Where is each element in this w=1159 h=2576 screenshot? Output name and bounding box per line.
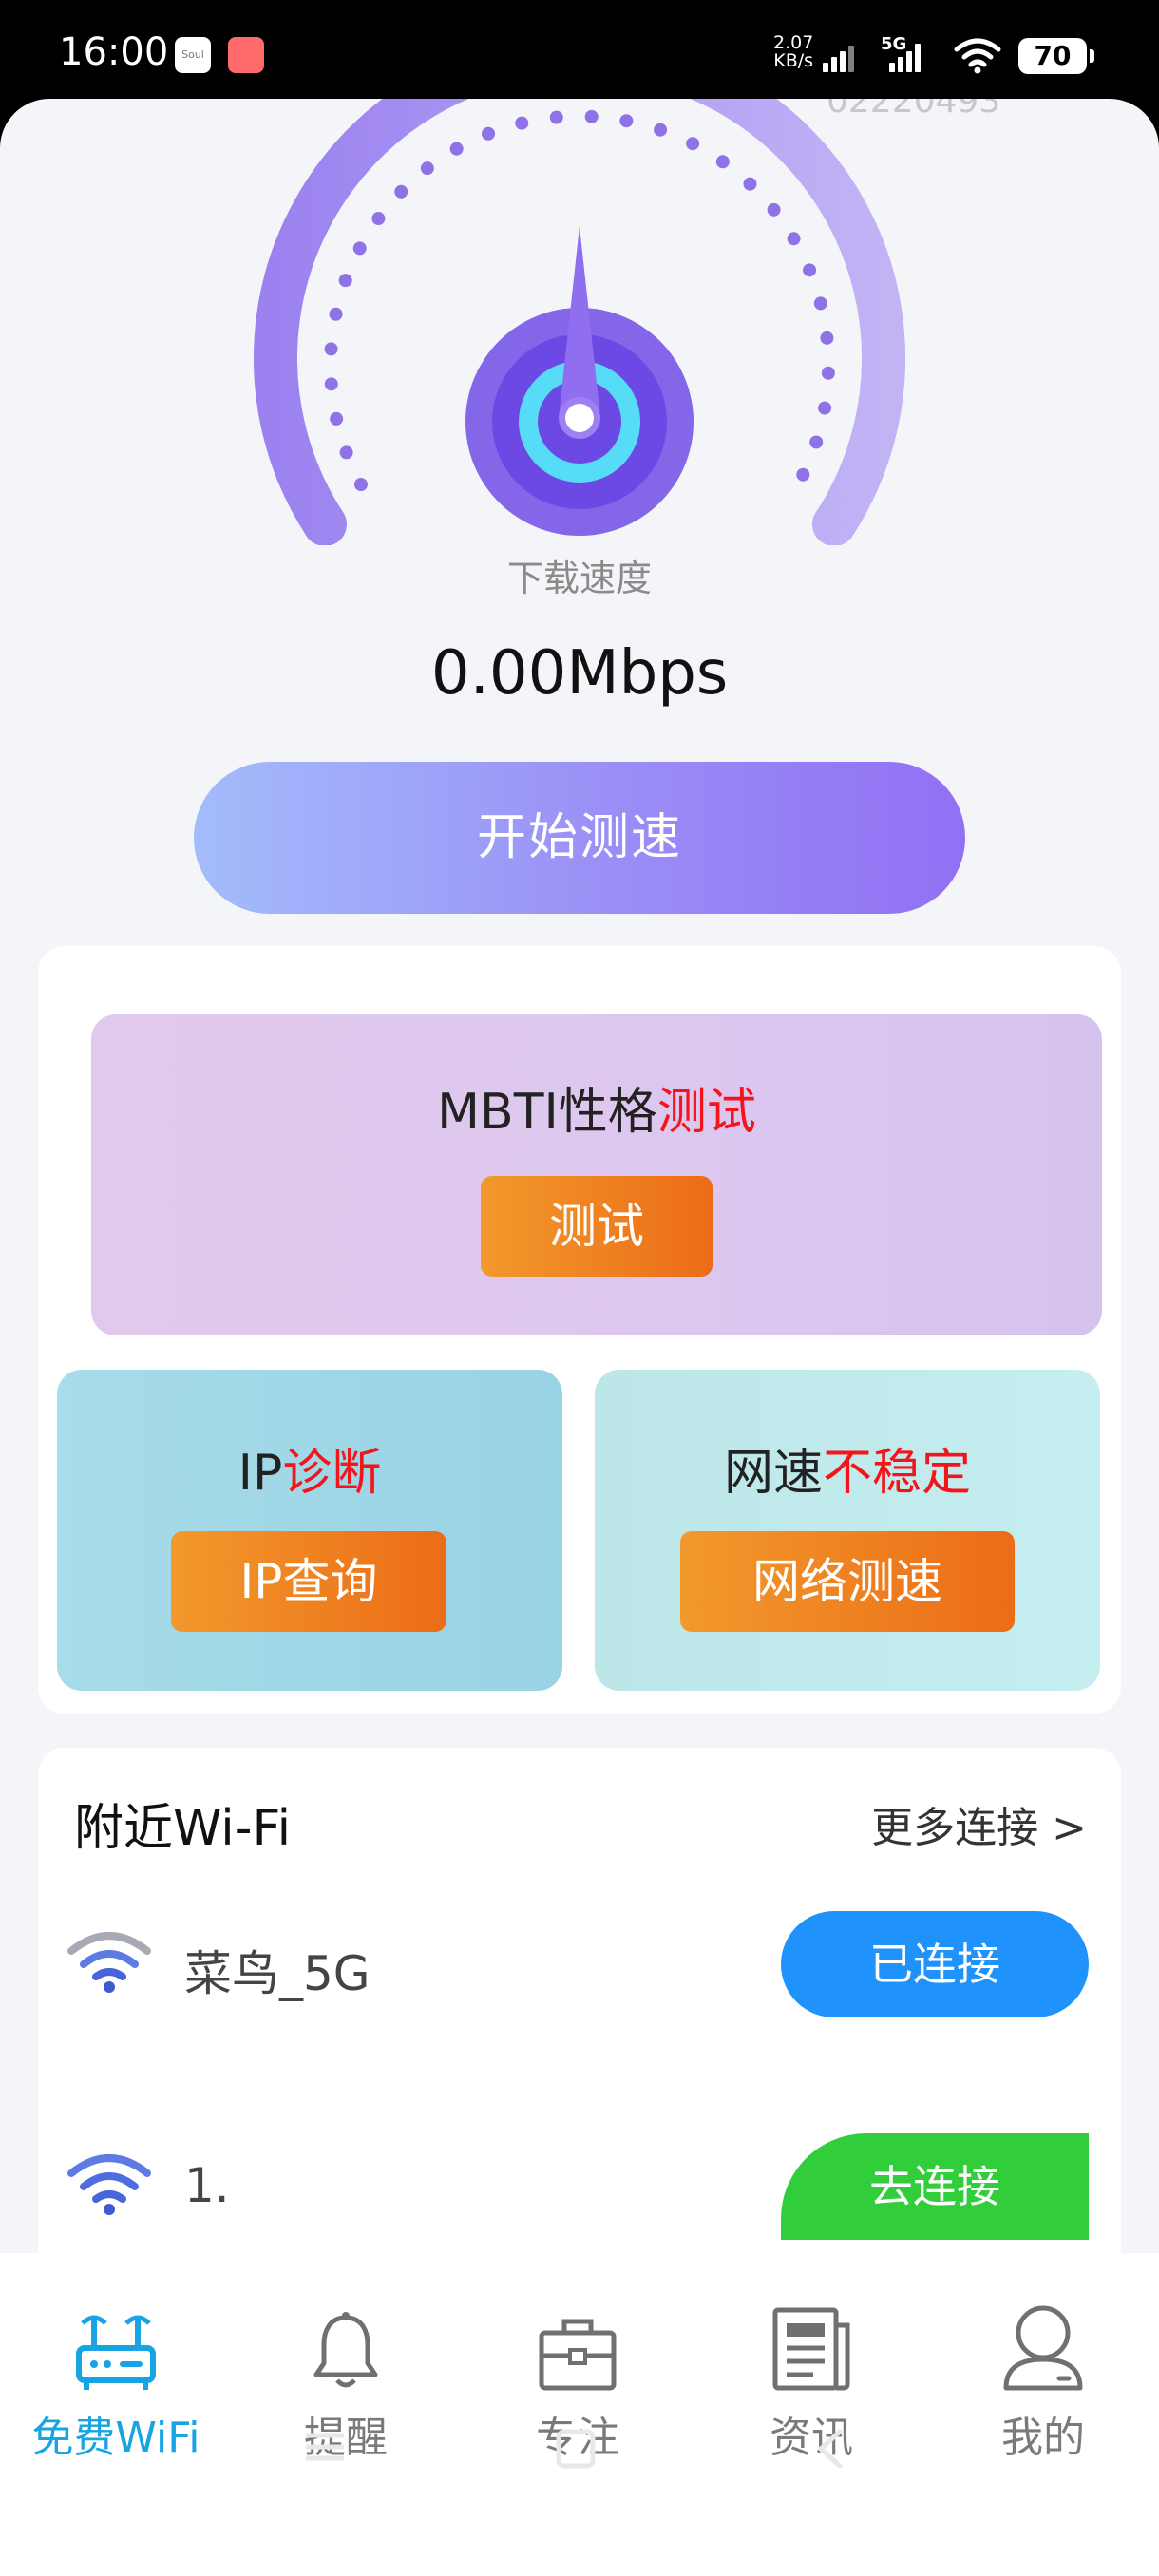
tab-label: 我的 bbox=[1001, 2414, 1085, 2462]
speed-card-title-highlight: 不稳定 bbox=[823, 1445, 972, 1502]
list-item: 1. 去连接 bbox=[38, 2130, 1121, 2244]
mbti-title-highlight: 测试 bbox=[656, 1084, 756, 1141]
more-connections-link[interactable]: 更多连接 > bbox=[871, 1793, 1087, 1854]
mbti-test-button[interactable]: 测试 bbox=[481, 1176, 712, 1277]
ip-card-title-prefix: IP bbox=[238, 1445, 283, 1502]
tab-label: 资讯 bbox=[770, 2414, 853, 2462]
wifi-name: 菜鸟_5G bbox=[184, 1946, 370, 2001]
router-icon bbox=[76, 2315, 156, 2390]
tools-card: MBTI性格测试 测试 IP诊断 IP查询 网速不稳定 网络测速 bbox=[38, 946, 1121, 1714]
wifi-status-icon bbox=[954, 38, 1001, 74]
bell-icon bbox=[314, 2312, 378, 2388]
network-unstable-card: 网速不稳定 网络测速 bbox=[595, 1370, 1100, 1691]
home-nav-icon[interactable] bbox=[555, 2428, 597, 2470]
notification-app-icon bbox=[228, 37, 264, 73]
signal-icon bbox=[823, 40, 854, 72]
user-icon bbox=[1003, 2305, 1083, 2391]
connected-button[interactable]: 已连接 bbox=[781, 1911, 1089, 2017]
back-nav-icon[interactable] bbox=[813, 2428, 847, 2470]
main-screen: 02220493 下载速度 0.00Mbps 开始测速 MBTI性格测试 测试 bbox=[0, 99, 1159, 2576]
wifi-name: 1. bbox=[184, 2158, 230, 2213]
list-item: 菜鸟_5G 已连接 bbox=[38, 1907, 1121, 2021]
tab-free-wifi[interactable]: 免费WiFi bbox=[21, 2297, 211, 2464]
signal-5g-icon bbox=[889, 40, 921, 72]
tab-mine[interactable]: 我的 bbox=[948, 2297, 1138, 2464]
nearby-wifi-title: 附近Wi-Fi bbox=[74, 1800, 292, 1857]
status-bar: 16:00 Soul 2.07 KB/s 5G 70 bbox=[0, 0, 1159, 101]
wifi-icon bbox=[67, 2154, 151, 2215]
start-speed-test-button[interactable]: 开始测速 bbox=[194, 762, 965, 914]
speed-card-title: 网速不稳定 bbox=[595, 1432, 1100, 1504]
status-time: 16:00 bbox=[59, 30, 169, 74]
ip-diagnose-card: IP诊断 IP查询 bbox=[57, 1370, 562, 1691]
network-speed-test-button[interactable]: 网络测速 bbox=[680, 1531, 1015, 1632]
soul-app-icon: Soul bbox=[175, 37, 211, 73]
newspaper-icon bbox=[772, 2307, 850, 2391]
bottom-tab-bar: 免费WiFi 提醒 专注 资讯 我的 bbox=[0, 2253, 1159, 2576]
speed-gauge bbox=[254, 99, 905, 545]
mbti-title-prefix: MBTI性格 bbox=[437, 1084, 657, 1141]
wifi-icon bbox=[67, 1932, 151, 1993]
network-speed-unit: KB/s bbox=[773, 50, 814, 71]
battery-icon: 70 bbox=[1018, 38, 1094, 74]
mbti-title: MBTI性格测试 bbox=[91, 1071, 1102, 1143]
connect-button[interactable]: 去连接 bbox=[781, 2133, 1089, 2240]
network-speed: 2.07 KB/s bbox=[773, 34, 813, 70]
briefcase-icon bbox=[539, 2319, 617, 2391]
speed-card-title-prefix: 网速 bbox=[723, 1445, 823, 1502]
tab-news[interactable]: 资讯 bbox=[716, 2297, 906, 2464]
mbti-banner: MBTI性格测试 测试 bbox=[91, 1014, 1102, 1335]
ip-card-title: IP诊断 bbox=[57, 1432, 562, 1504]
download-speed-value: 0.00Mbps bbox=[430, 638, 729, 709]
ip-query-button[interactable]: IP查询 bbox=[171, 1531, 446, 1632]
ip-card-title-highlight: 诊断 bbox=[282, 1445, 382, 1502]
menu-nav-icon[interactable] bbox=[302, 2428, 348, 2466]
tab-label: 免费WiFi bbox=[31, 2414, 200, 2462]
download-speed-label: 下载速度 bbox=[506, 558, 652, 599]
